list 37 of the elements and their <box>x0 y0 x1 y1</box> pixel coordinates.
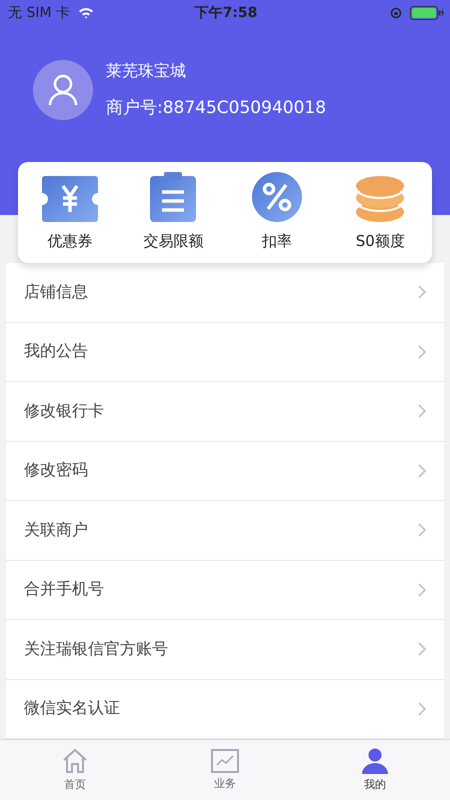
tab-item[interactable]: 我的 <box>300 740 450 800</box>
chevron-icon <box>418 404 426 418</box>
chevron-icon <box>418 464 426 478</box>
wifi-icon <box>78 7 94 19</box>
carrier-text: 无 SIM 卡 <box>8 4 70 22</box>
menu-item[interactable]: 修改银行卡 <box>6 382 444 442</box>
chart-icon <box>211 749 239 773</box>
shortcut-item[interactable]: 扣率 <box>225 162 328 263</box>
tab-item[interactable]: 业务 <box>150 740 300 800</box>
status-time: 下午7:58 <box>194 4 258 22</box>
home-icon <box>62 748 88 774</box>
menu-item[interactable]: 修改密码 <box>6 442 444 501</box>
clipboard-icon <box>150 172 196 222</box>
shortcut-item[interactable]: 优惠券 <box>18 162 122 263</box>
shortcut-item[interactable]: S0额度 <box>328 162 432 263</box>
coupon-icon <box>42 176 98 222</box>
merchant-name: 莱芜珠宝城 <box>106 61 187 82</box>
shortcut-item[interactable]: 交易限额 <box>122 162 225 263</box>
menu-item[interactable]: 关注瑞银信官方账号 <box>6 620 444 680</box>
tab-item[interactable]: 首页 <box>0 740 150 800</box>
menu-item[interactable]: 我的公告 <box>6 322 444 382</box>
battery-icon <box>410 6 444 20</box>
chevron-icon <box>418 582 426 597</box>
merchant-id: 商户号:88745C050940018 <box>106 97 326 119</box>
avatar-icon <box>33 60 93 120</box>
chevron-icon <box>418 285 426 300</box>
coins-icon <box>356 176 404 222</box>
chevron-icon <box>418 642 426 656</box>
menu-item[interactable]: 关联商户 <box>6 501 444 560</box>
chevron-icon <box>418 344 426 359</box>
percent-icon <box>252 172 302 222</box>
chevron-icon <box>418 702 426 716</box>
chevron-icon <box>418 523 426 538</box>
person-icon <box>361 748 389 774</box>
menu-item[interactable]: 合并手机号 <box>6 560 444 620</box>
menu-item[interactable]: 店铺信息 <box>6 263 444 322</box>
rotation-lock-icon <box>390 7 402 19</box>
